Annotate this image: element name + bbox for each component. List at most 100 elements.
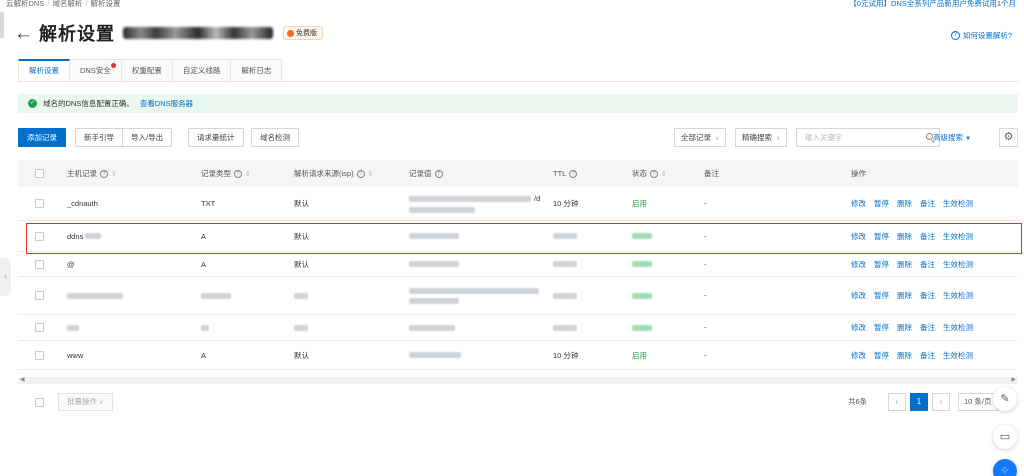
select-all-checkbox[interactable]	[35, 160, 44, 187]
col-type[interactable]: 记录类型? ⇕	[201, 160, 251, 187]
sidebar-collapse-handle[interactable]: ‹	[0, 258, 11, 296]
sort-icon[interactable]: ⇕	[111, 170, 117, 178]
redacted-value	[294, 324, 308, 331]
back-arrow-icon[interactable]: ←	[14, 24, 33, 43]
edit-link[interactable]: 修改	[851, 350, 866, 361]
delete-link[interactable]: 删除	[897, 231, 912, 242]
remark-link[interactable]: 备注	[920, 231, 935, 242]
chevron-down-icon: ∨	[99, 400, 104, 406]
edit-link[interactable]: 修改	[851, 259, 866, 270]
add-record-button[interactable]: 添加记录	[18, 128, 66, 147]
help-icon[interactable]: ?	[234, 169, 242, 178]
guide-button[interactable]: 新手引导	[75, 128, 123, 147]
delete-link[interactable]: 删除	[897, 259, 912, 270]
help-icon[interactable]: ?	[434, 169, 443, 178]
batch-actions-button[interactable]: 批量操作 ∨	[58, 393, 113, 411]
help-link[interactable]: ? 如何设置解析?	[950, 30, 1012, 41]
search-mode-select[interactable]: 精确搜索 ∨	[735, 128, 788, 147]
remark-link[interactable]: 备注	[920, 259, 935, 270]
remark-link[interactable]: 备注	[920, 290, 935, 301]
pause-link[interactable]: 暂停	[874, 231, 889, 242]
verify-link[interactable]: 生效检测	[943, 198, 973, 209]
row-checkbox[interactable]	[35, 221, 44, 251]
tab-dns-settings[interactable]: 解析设置	[18, 59, 70, 82]
delete-link[interactable]: 删除	[897, 290, 912, 301]
row-checkbox[interactable]	[35, 252, 44, 276]
apps-button[interactable]: ⁘	[993, 459, 1017, 476]
horizontal-scrollbar[interactable]: ◀ ▶	[18, 377, 1018, 384]
verify-link[interactable]: 生效检测	[943, 350, 973, 361]
verify-link[interactable]: 生效检测	[943, 259, 973, 270]
help-icon[interactable]: ?	[569, 169, 578, 178]
edit-link[interactable]: 修改	[851, 231, 866, 242]
view-dns-servers-link[interactable]: 查看DNS服务器	[140, 98, 193, 109]
row-checkbox[interactable]	[35, 277, 44, 314]
host-cell	[67, 315, 79, 340]
delete-link[interactable]: 删除	[897, 198, 912, 209]
status-cell	[632, 315, 652, 340]
edit-link[interactable]: 修改	[851, 198, 866, 209]
chat-button[interactable]: ▭	[993, 425, 1017, 449]
pause-link[interactable]: 暂停	[874, 198, 889, 209]
tab-logs[interactable]: 解析日志	[231, 59, 283, 82]
delete-link[interactable]: 删除	[897, 350, 912, 361]
col-line[interactable]: 解析请求来源(isp)? ⇕	[294, 160, 373, 187]
verify-link[interactable]: 生效检测	[943, 322, 973, 333]
pause-link[interactable]: 暂停	[874, 350, 889, 361]
value-cell	[409, 252, 459, 276]
value-cell	[409, 277, 539, 314]
tab-weight[interactable]: 权重配置	[121, 59, 173, 82]
search-icon[interactable]	[926, 133, 933, 140]
breadcrumb-item[interactable]: 云解析DNS	[6, 0, 44, 8]
sort-icon[interactable]: ⇕	[661, 170, 667, 178]
domain-check-button[interactable]: 域名检测	[251, 128, 299, 147]
sort-icon[interactable]: ⇕	[245, 170, 251, 178]
col-host[interactable]: 主机记录? ⇕	[67, 160, 117, 187]
tab-custom-line[interactable]: 自定义线路	[172, 59, 232, 82]
next-page-button[interactable]: ›	[932, 393, 950, 411]
help-icon[interactable]: ?	[356, 169, 365, 178]
edit-link[interactable]: 修改	[851, 290, 866, 301]
advanced-search-link[interactable]: 高级搜索 ▼	[933, 128, 971, 149]
verify-link[interactable]: 生效检测	[943, 290, 973, 301]
footer-select-all-checkbox[interactable]	[35, 398, 44, 407]
breadcrumb-item[interactable]: 域名解析	[52, 0, 82, 8]
edit-link[interactable]: 修改	[851, 322, 866, 333]
row-checkbox[interactable]	[35, 341, 44, 369]
title-bar: ← 解析设置 免费版	[14, 20, 323, 46]
page-button[interactable]: 1	[910, 393, 928, 411]
help-icon[interactable]: ?	[100, 169, 108, 178]
verify-link[interactable]: 生效检测	[943, 231, 973, 242]
host-cell: _cdnauth	[67, 199, 98, 208]
pause-link[interactable]: 暂停	[874, 322, 889, 333]
remark-link[interactable]: 备注	[920, 198, 935, 209]
redacted-value	[409, 195, 531, 202]
gear-icon: ⚙	[1003, 131, 1014, 143]
remark-link[interactable]: 备注	[920, 322, 935, 333]
grid-icon: ⁘	[1000, 465, 1010, 476]
record-filter-select[interactable]: 全部记录 ∨	[674, 128, 727, 147]
request-stats-button[interactable]: 请求量统计	[188, 128, 244, 147]
row-checkbox[interactable]	[35, 315, 44, 340]
settings-button[interactable]: ⚙	[999, 128, 1018, 147]
prev-page-button[interactable]: ‹	[888, 393, 906, 411]
scroll-right-icon[interactable]: ▶	[1011, 377, 1016, 384]
col-status[interactable]: 状态? ⇕	[632, 160, 667, 187]
page-size-select[interactable]: 10 条/页	[958, 393, 998, 411]
remark-link[interactable]: 备注	[920, 350, 935, 361]
sort-icon[interactable]: ⇕	[368, 170, 374, 178]
help-icon[interactable]: ?	[650, 169, 658, 178]
pause-link[interactable]: 暂停	[874, 259, 889, 270]
pause-link[interactable]: 暂停	[874, 290, 889, 301]
tab-dns-security[interactable]: DNS安全	[70, 59, 122, 82]
host-text: ddns	[67, 231, 84, 241]
import-export-button[interactable]: 导入/导出	[122, 128, 173, 147]
col-type-label: 记录类型	[201, 169, 231, 178]
delete-link[interactable]: 删除	[897, 322, 912, 333]
redacted-value	[409, 297, 459, 304]
row-checkbox[interactable]	[35, 187, 44, 220]
promo-link[interactable]: 【0元试用】DNS全系列产品新用户免费试用1个月	[849, 0, 1016, 9]
search-input[interactable]: 输入关键字	[796, 128, 940, 147]
feedback-edit-button[interactable]: ✎	[993, 387, 1017, 411]
scroll-left-icon[interactable]: ◀	[20, 377, 25, 384]
